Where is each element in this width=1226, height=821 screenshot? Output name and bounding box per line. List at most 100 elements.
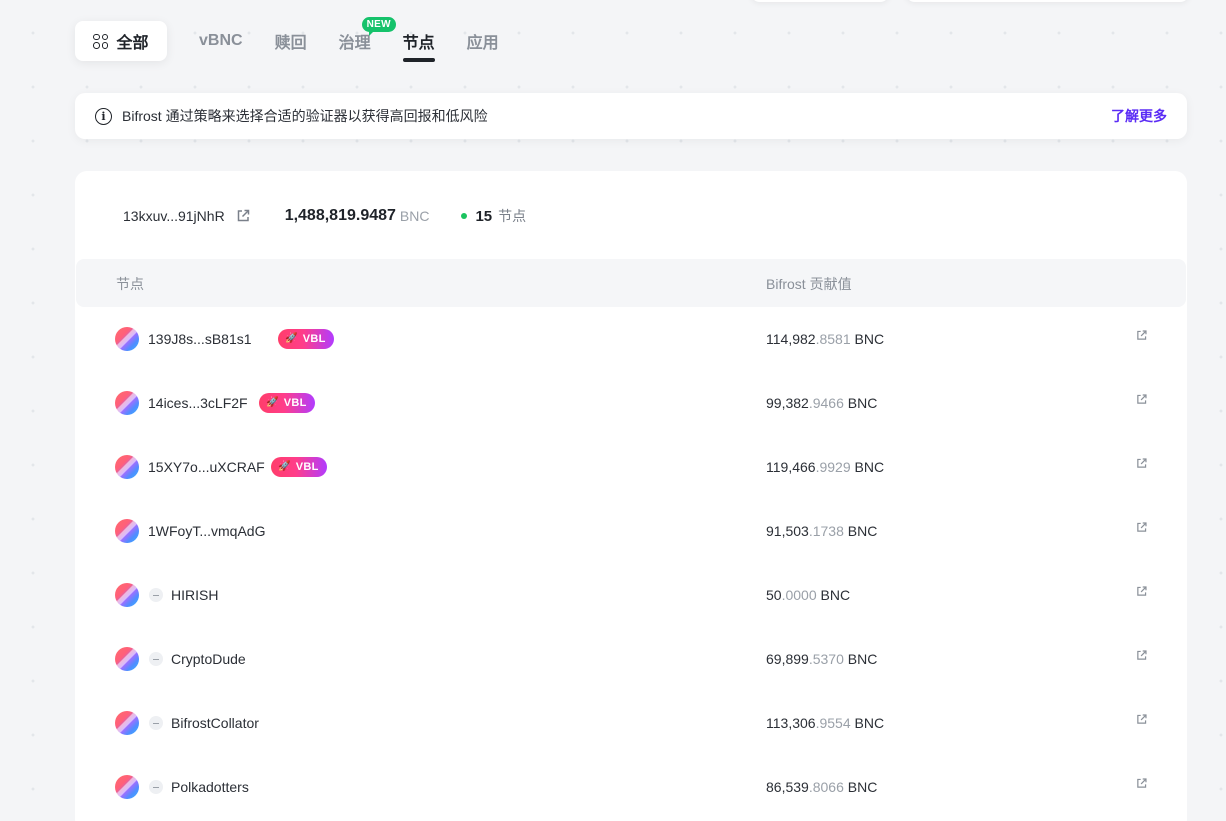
top-decoration-right xyxy=(905,0,1190,2)
rocket-icon: 🚀 xyxy=(278,461,291,472)
identity-minus-icon xyxy=(149,652,163,666)
amount-decimal: .9554 xyxy=(815,715,851,731)
contribution-amount: 113,306.9554 BNC xyxy=(766,715,884,731)
contribution-amount: 91,503.1738 BNC xyxy=(766,523,877,539)
validator-avatar xyxy=(115,519,139,543)
amount-integer: 99,382 xyxy=(766,395,809,411)
vbl-badge: 🚀 VBL xyxy=(271,457,327,477)
new-badge: NEW xyxy=(361,17,396,32)
contribution-amount: 119,466.9929 BNC xyxy=(766,459,884,475)
external-link-icon[interactable] xyxy=(1135,329,1148,342)
tab-apps[interactable]: 应用 xyxy=(467,21,499,61)
amount-integer: 113,306 xyxy=(766,715,816,731)
external-link-icon[interactable] xyxy=(1135,585,1148,598)
table-row[interactable]: CryptoDude 69,899.5370 BNC xyxy=(75,627,1187,691)
external-link-icon[interactable] xyxy=(235,208,251,224)
amount-unit: BNC xyxy=(854,331,885,347)
table-row[interactable]: HIRISH 50.0000 BNC xyxy=(75,563,1187,627)
amount-integer: 50 xyxy=(766,587,782,603)
contribution-amount: 86,539.8066 BNC xyxy=(766,779,877,795)
total-amount: 1,488,819.9487 xyxy=(284,207,396,224)
external-link-icon[interactable] xyxy=(1135,649,1148,662)
amount-decimal: .8066 xyxy=(808,779,844,795)
amount-unit: BNC xyxy=(854,715,885,731)
amount-unit: BNC xyxy=(847,395,878,411)
amount-unit: BNC xyxy=(847,651,878,667)
info-icon: i xyxy=(95,107,112,125)
tab-governance[interactable]: 治理 NEW xyxy=(338,17,396,61)
validator-name: HIRISH xyxy=(171,587,219,603)
node-count-label: 节点 xyxy=(498,208,527,224)
tab-all[interactable]: 全部 xyxy=(75,21,167,61)
banner-text: Bifrost 通过策略来选择合适的验证器以获得高回报和低风险 xyxy=(122,108,488,124)
rocket-icon: 🚀 xyxy=(266,397,279,408)
vbl-label: VBL xyxy=(302,333,326,345)
table-row[interactable]: BifrostCollator 113,306.9554 BNC xyxy=(75,691,1187,755)
external-link-icon[interactable] xyxy=(1135,521,1148,534)
total-unit: BNC xyxy=(399,208,430,224)
table-row[interactable]: 15XY7o...uXCRAF 🚀 VBL 119,466.9929 BNC xyxy=(75,435,1187,499)
amount-unit: BNC xyxy=(847,523,878,539)
table-row[interactable]: 1WFoyT...vmqAdG 91,503.1738 BNC xyxy=(75,499,1187,563)
tab-governance-label: 治理 xyxy=(338,35,371,52)
tab-vbnc[interactable]: vBNC xyxy=(199,21,243,61)
amount-decimal: .0000 xyxy=(781,587,817,603)
header-contribution: Bifrost 贡献值 xyxy=(766,276,852,292)
nodes-card: 13kxuv...91jNhR 1,488,819.9487 BNC 15 节点… xyxy=(75,171,1187,821)
rocket-icon: 🚀 xyxy=(285,333,298,344)
contribution-amount: 50.0000 BNC xyxy=(766,587,850,603)
table-header: 节点 Bifrost 贡献值 xyxy=(76,259,1186,307)
identity-minus-icon xyxy=(149,588,163,602)
tab-redeem[interactable]: 赎回 xyxy=(275,21,307,61)
validator-avatar xyxy=(115,711,139,735)
validator-avatar xyxy=(115,647,139,671)
info-banner: i Bifrost 通过策略来选择合适的验证器以获得高回报和低风险 了解更多 xyxy=(75,93,1187,139)
identity-minus-icon xyxy=(149,716,163,730)
learn-more-link[interactable]: 了解更多 xyxy=(1111,106,1167,126)
grid-icon xyxy=(93,33,109,49)
summary-bar: 13kxuv...91jNhR 1,488,819.9487 BNC 15 节点 xyxy=(123,206,526,226)
tab-bar: 全部 vBNC 赎回 治理 NEW 节点 应用 xyxy=(75,17,499,62)
validator-avatar xyxy=(115,327,139,351)
validator-name: 139J8s...sB81s1 xyxy=(148,331,252,347)
amount-unit: BNC xyxy=(854,459,885,475)
amount-decimal: .9466 xyxy=(808,395,844,411)
contribution-amount: 99,382.9466 BNC xyxy=(766,395,877,411)
validator-avatar xyxy=(115,391,139,415)
table-row[interactable]: 139J8s...sB81s1 🚀 VBL 114,982.8581 BNC xyxy=(75,307,1187,371)
validator-avatar xyxy=(115,775,139,799)
identity-minus-icon xyxy=(149,780,163,794)
tab-nodes[interactable]: 节点 xyxy=(402,21,435,62)
vbl-badge: 🚀 VBL xyxy=(259,393,315,413)
amount-decimal: .1738 xyxy=(808,523,844,539)
amount-decimal: .5370 xyxy=(808,651,844,667)
vbl-label: VBL xyxy=(295,461,319,473)
amount-integer: 91,503 xyxy=(766,523,809,539)
vbl-label: VBL xyxy=(283,397,307,409)
validator-name: 14ices...3cLF2F xyxy=(148,395,248,411)
validator-avatar xyxy=(115,455,139,479)
external-link-icon[interactable] xyxy=(1135,457,1148,470)
delegator-address: 13kxuv...91jNhR xyxy=(123,208,225,224)
status-dot xyxy=(461,213,468,219)
node-count: 15 xyxy=(475,207,493,225)
validator-name: 1WFoyT...vmqAdG xyxy=(148,523,266,539)
amount-integer: 86,539 xyxy=(766,779,809,795)
contribution-amount: 114,982.8581 BNC xyxy=(766,331,884,347)
external-link-icon[interactable] xyxy=(1135,777,1148,790)
header-node: 节点 xyxy=(116,276,144,292)
validator-name: Polkadotters xyxy=(171,779,249,795)
table-row[interactable]: Polkadotters 86,539.8066 BNC xyxy=(75,755,1187,819)
amount-integer: 114,982 xyxy=(766,331,816,347)
amount-integer: 69,899 xyxy=(766,651,809,667)
tab-all-label: 全部 xyxy=(116,35,149,52)
external-link-icon[interactable] xyxy=(1135,713,1148,726)
vbl-badge: 🚀 VBL xyxy=(278,329,334,349)
contribution-amount: 69,899.5370 BNC xyxy=(766,651,877,667)
table-row[interactable]: 14ices...3cLF2F 🚀 VBL 99,382.9466 BNC xyxy=(75,371,1187,435)
amount-decimal: .9929 xyxy=(815,459,851,475)
amount-decimal: .8581 xyxy=(815,331,851,347)
validator-name: 15XY7o...uXCRAF xyxy=(148,459,265,475)
validator-name: CryptoDude xyxy=(171,651,246,667)
external-link-icon[interactable] xyxy=(1135,393,1148,406)
